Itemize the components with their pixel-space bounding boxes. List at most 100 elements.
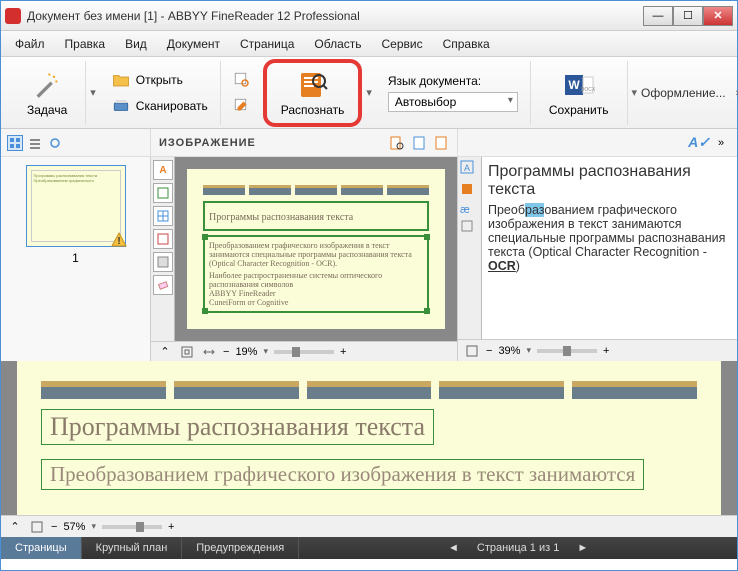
view-list-icon[interactable] <box>27 135 43 151</box>
bzoom-in[interactable]: + <box>168 521 174 533</box>
fit-width-icon[interactable] <box>201 344 217 360</box>
rfit-icon[interactable] <box>464 343 480 359</box>
bfit-icon[interactable] <box>29 519 45 535</box>
open-button[interactable]: Открыть <box>110 69 185 91</box>
bnav-up-icon[interactable]: ⌃ <box>7 519 23 535</box>
subheader: ИЗОБРАЖЕНИЕ A✓ » <box>1 129 737 157</box>
tool-picture-icon[interactable] <box>153 229 173 249</box>
doc-list1: ABBYY FineReader <box>209 289 423 298</box>
doc-body: Преобразованием графического изображения… <box>209 241 423 268</box>
toolbar: Задача ▾ Открыть Сканировать Распознать … <box>1 57 737 129</box>
zoom-pane[interactable]: Программы распознавания текста Преобразо… <box>1 361 737 537</box>
bzoom-out[interactable]: − <box>51 521 57 533</box>
recognize-expand[interactable]: ▾ <box>362 86 376 99</box>
task-expand[interactable]: ▾ <box>86 86 100 99</box>
task-button[interactable]: Задача <box>19 65 75 121</box>
svg-text:W: W <box>568 78 580 92</box>
read-image-icon <box>233 71 251 89</box>
tool-table-icon[interactable] <box>153 206 173 226</box>
text-style-icon[interactable]: A✓ <box>691 135 707 151</box>
thumbnail-preview: Программы распознавания текстаПреобразов… <box>31 170 121 242</box>
tool-text-icon[interactable]: A <box>153 160 173 180</box>
menu-file[interactable]: Файл <box>7 34 53 54</box>
read-image-button[interactable] <box>231 69 253 91</box>
maximize-button[interactable]: ☐ <box>673 6 703 26</box>
bzoom-slider[interactable] <box>102 525 162 529</box>
wand-icon <box>31 69 63 101</box>
page-next[interactable]: ► <box>571 542 594 554</box>
save-label: Сохранить <box>549 103 609 117</box>
menu-help[interactable]: Справка <box>435 34 498 54</box>
tool-eraser-icon[interactable] <box>153 275 173 295</box>
big-body: Преобразованием графического изображения… <box>41 459 644 490</box>
tab-pages[interactable]: Страницы <box>1 537 82 559</box>
doc-title: Программы распознавания текста <box>209 212 353 223</box>
doc-extra: Наиболее распространенные системы оптиче… <box>209 271 423 289</box>
close-button[interactable]: ✕ <box>703 6 733 26</box>
menu-view[interactable]: Вид <box>117 34 155 54</box>
tab-warnings[interactable]: Предупреждения <box>182 537 299 559</box>
menu-area[interactable]: Область <box>306 34 369 54</box>
minimize-button[interactable]: — <box>643 6 673 26</box>
save-button[interactable]: WDOCX Сохранить <box>541 65 617 121</box>
text-overflow-icon[interactable]: » <box>713 135 729 151</box>
tool-background-icon[interactable] <box>153 252 173 272</box>
thumbnail-number: 1 <box>9 251 142 265</box>
menu-document[interactable]: Документ <box>159 34 228 54</box>
page-prev[interactable]: ◄ <box>442 542 465 554</box>
edit-image-button[interactable] <box>231 95 253 117</box>
scan-label: Сканировать <box>136 99 208 113</box>
page-tool2-icon[interactable] <box>433 135 449 151</box>
page-tool-icon[interactable] <box>411 135 427 151</box>
recognized-text[interactable]: Программы распознавания текста Преобразо… <box>482 157 737 361</box>
zoom-in[interactable]: + <box>340 346 346 358</box>
image-tools: A <box>151 157 175 341</box>
rtext-title: Программы распознавания текста <box>488 163 731 199</box>
fit-icon[interactable] <box>179 344 195 360</box>
document-view[interactable]: Программы распознавания текста Преобразо… <box>175 157 457 341</box>
menu-page[interactable]: Страница <box>232 34 302 54</box>
task-label: Задача <box>27 103 67 117</box>
tool-area-icon[interactable] <box>153 183 173 203</box>
lang-select[interactable]: Автовыбор <box>388 92 518 112</box>
menu-edit[interactable]: Правка <box>57 34 114 54</box>
zoom-value: 19% <box>235 346 257 358</box>
save-expand[interactable]: ▾ <box>628 86 642 99</box>
recognize-button[interactable]: Распознать <box>273 65 353 121</box>
tab-zoom[interactable]: Крупный план <box>82 537 183 559</box>
page-info: Страница 1 из 1 <box>465 542 571 554</box>
rtool-box-icon[interactable] <box>460 182 479 201</box>
rtext-body: Преобразованием графического изображения… <box>488 203 731 273</box>
rzoom-out[interactable]: − <box>486 345 492 357</box>
text-pane: A æ Программы распознавания текста Преоб… <box>457 157 737 361</box>
rzoom-slider[interactable] <box>537 349 597 353</box>
svg-text:!: ! <box>117 236 120 247</box>
thumbnails-panel: Программы распознавания текстаПреобразов… <box>1 157 151 361</box>
rtool-char-icon[interactable] <box>460 219 479 238</box>
page-thumbnail[interactable]: Программы распознавания текстаПреобразов… <box>26 165 126 247</box>
big-title: Программы распознавания текста <box>41 409 434 445</box>
menubar: Файл Правка Вид Документ Страница Област… <box>1 31 737 57</box>
format-button[interactable]: Оформление... <box>641 86 732 100</box>
toolbar-overflow[interactable]: » <box>732 87 738 99</box>
recognize-label: Распознать <box>281 103 345 117</box>
zoom-page-icon[interactable] <box>389 135 405 151</box>
view-settings-icon[interactable] <box>47 135 63 151</box>
rzoom-in[interactable]: + <box>603 345 609 357</box>
menu-tools[interactable]: Сервис <box>374 34 431 54</box>
svg-text:A: A <box>464 163 470 173</box>
rtool-a-icon[interactable]: A <box>460 160 479 179</box>
open-label: Открыть <box>136 73 183 87</box>
view-thumbnails-icon[interactable] <box>7 135 23 151</box>
scan-button[interactable]: Сканировать <box>110 95 210 117</box>
warning-icon: ! <box>111 232 127 248</box>
nav-up-icon[interactable]: ⌃ <box>157 344 173 360</box>
window-title: Документ без имени [1] - ABBYY FineReade… <box>27 9 643 23</box>
image-pane: A Программы распознавания текста Преобра <box>151 157 457 341</box>
doc-list2: CuneiForm от Cognitive <box>209 298 423 307</box>
app-icon <box>5 8 21 24</box>
zoom-out[interactable]: − <box>223 346 229 358</box>
zoom-slider[interactable] <box>274 350 334 354</box>
rtool-ae-icon[interactable]: æ <box>460 204 479 216</box>
statusbar: Страницы Крупный план Предупреждения ◄ С… <box>1 537 737 559</box>
